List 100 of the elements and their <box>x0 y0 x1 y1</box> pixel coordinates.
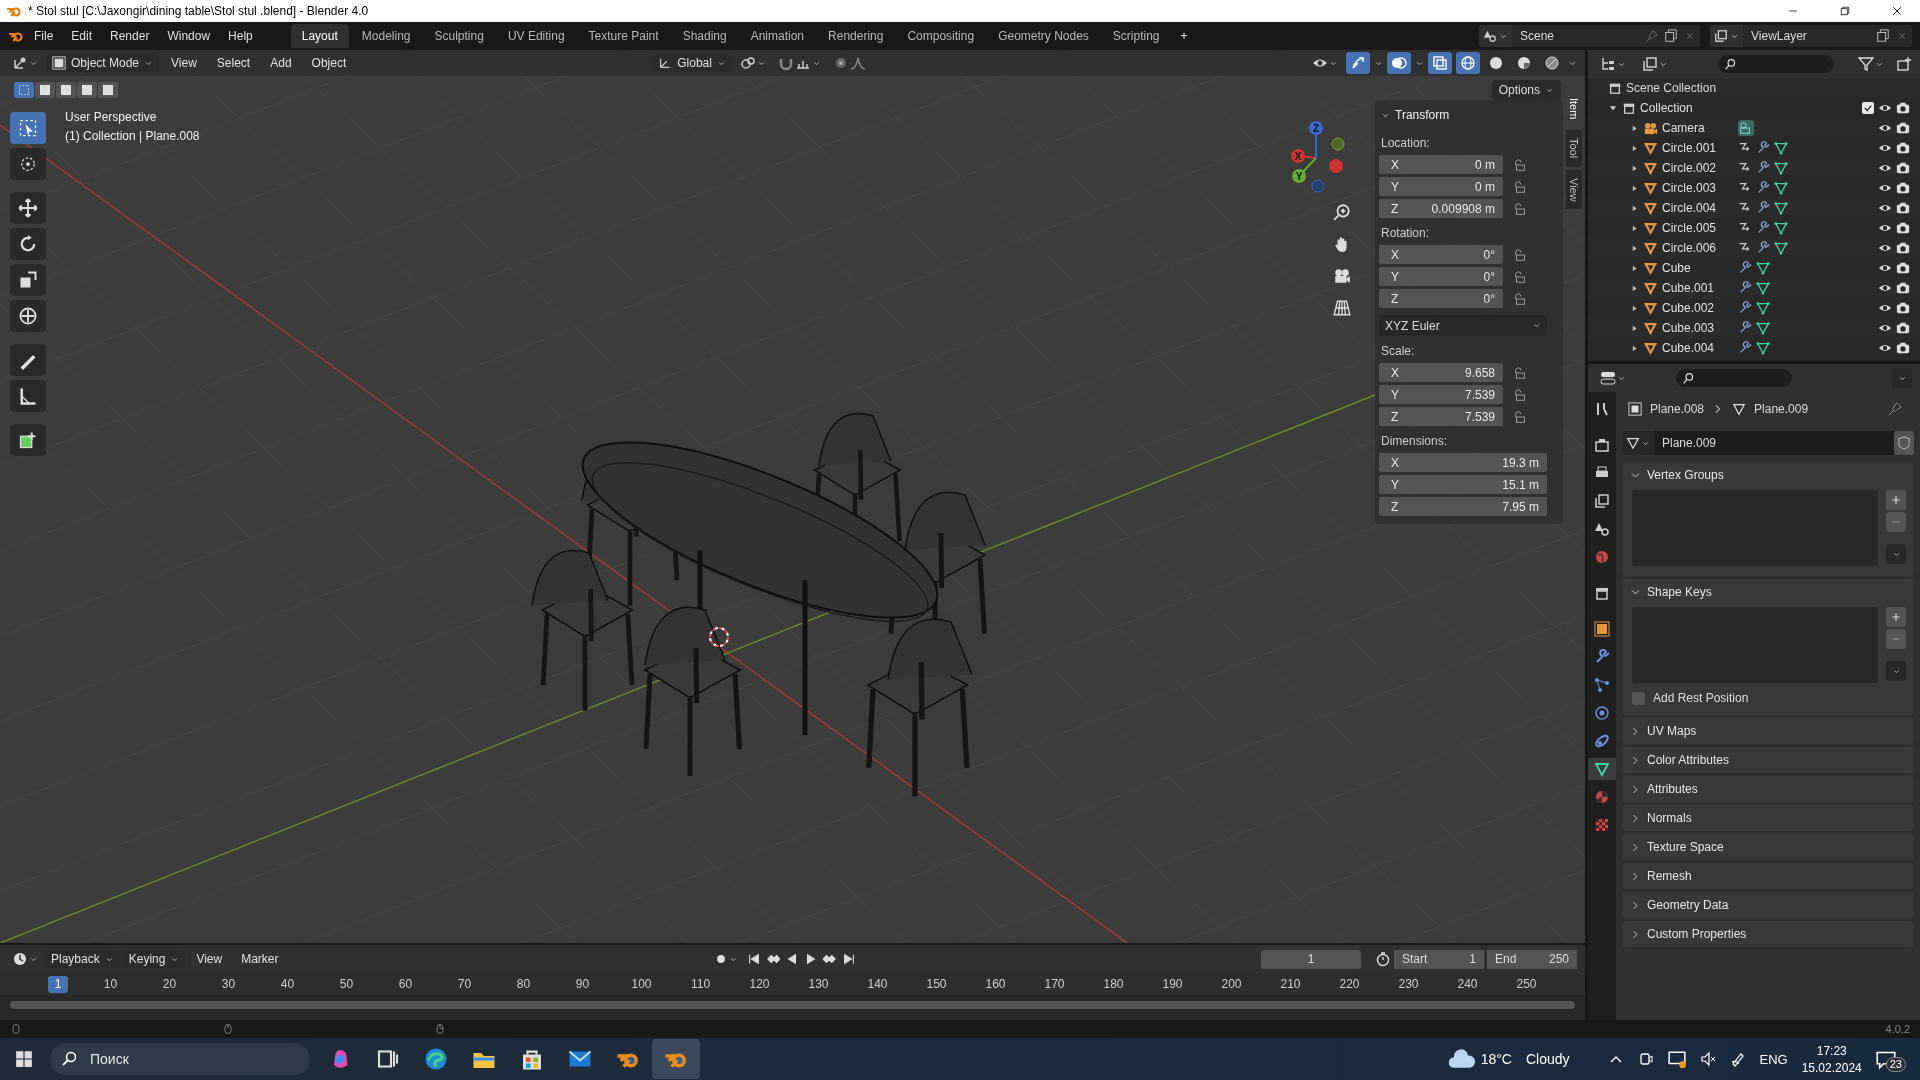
menu-item[interactable]: Select <box>208 53 259 73</box>
add-workspace-button[interactable]: + <box>1172 26 1196 46</box>
frame-number: 60 <box>397 977 414 991</box>
search-field[interactable]: Поиск <box>50 1043 310 1075</box>
group-label: Scale: <box>1380 343 1416 360</box>
scene-selector[interactable]: Scene <box>1479 25 1700 47</box>
frame-number: 200 <box>1220 977 1243 991</box>
temperature-label: 18°C <box>1480 1051 1512 1067</box>
outliner-row[interactable]: Circle.003 <box>1588 178 1920 198</box>
panel-header[interactable]: Texture Space <box>1622 834 1914 860</box>
breadcrumb-item[interactable]: Plane.008 <box>1650 402 1705 416</box>
number-field[interactable]: X 9.658 <box>1379 363 1503 382</box>
number-field[interactable]: Y 0° <box>1379 267 1503 286</box>
menu-item[interactable]: View <box>163 53 205 73</box>
frame-field[interactable]: 1 <box>1261 949 1361 969</box>
breadcrumb-item[interactable]: Plane.009 <box>1754 402 1809 416</box>
version-label: 4.0.2 <box>1885 1023 1910 1035</box>
panel-header[interactable]: Color Attributes <box>1622 747 1914 773</box>
panel-header[interactable]: Geometry Data <box>1622 892 1914 918</box>
number-field[interactable]: Y 7.539 <box>1379 385 1503 404</box>
number-field[interactable]: X 0° <box>1379 245 1503 264</box>
workspace-tab[interactable]: Animation <box>739 24 816 48</box>
panel-header[interactable]: Custom Properties <box>1622 921 1914 947</box>
language-indicator[interactable]: ENG <box>1759 1051 1788 1067</box>
workspace-tab[interactable]: Layout <box>290 24 349 48</box>
frame-number: 190 <box>1161 977 1184 991</box>
end-frame-field[interactable]: End 250 <box>1487 949 1577 969</box>
number-field[interactable]: Z 0.009908 m <box>1379 199 1503 218</box>
outliner-row[interactable]: Cube.004 <box>1588 338 1920 358</box>
frame-number: 30 <box>220 977 237 991</box>
workspace-tab[interactable]: Scripting <box>1101 24 1171 48</box>
number-field[interactable]: Z 7.539 <box>1379 407 1503 426</box>
sidebar-tab[interactable]: Tool <box>1566 130 1582 167</box>
mode-dropdown[interactable]: Object Mode <box>46 54 160 72</box>
workspace-tab[interactable]: Geometry Nodes <box>987 24 1100 48</box>
frame-number: 90 <box>574 977 591 991</box>
frame-number: 230 <box>1397 977 1420 991</box>
clock[interactable]: 17:23 15.02.2024 <box>1801 1043 1862 1075</box>
menu-dropdown[interactable]: Keying <box>122 950 186 968</box>
menu-item[interactable]: Object <box>303 53 355 73</box>
group-label: Location: <box>1380 135 1431 152</box>
panel-header[interactable]: Shape Keys <box>1622 579 1914 605</box>
view-name: User Perspective <box>65 110 158 124</box>
number-field[interactable]: X 0 m <box>1379 155 1503 174</box>
frame-number: 10 <box>102 977 119 991</box>
frame-number: 250 <box>1515 977 1538 991</box>
frame-number: 70 <box>456 977 473 991</box>
window-title: * Stol stul [C:\Jaxongir\dining table\Stol stul .blend] - Blender 4.0 <box>28 4 369 18</box>
sidebar-tab[interactable]: View <box>1566 169 1582 210</box>
navigation-gizmo[interactable]: X Y Z <box>1270 112 1362 204</box>
group-label: Rotation: <box>1380 225 1431 242</box>
orientation-dropdown[interactable]: Global <box>652 54 732 72</box>
workspace-tab[interactable]: Rendering <box>817 24 895 48</box>
outliner-row[interactable]: Cube <box>1588 258 1920 278</box>
number-field[interactable]: Z 0° <box>1379 289 1503 308</box>
frame-number: 80 <box>515 977 532 991</box>
view-layer-selector[interactable]: ViewLayer <box>1710 25 1912 47</box>
frame-number: 100 <box>630 977 653 991</box>
outliner-row[interactable]: Cube.002 <box>1588 298 1920 318</box>
workspace-tab[interactable]: UV Editing <box>496 24 576 48</box>
frame-number: 150 <box>925 977 948 991</box>
workspace-tab[interactable]: Modeling <box>350 24 422 48</box>
number-field[interactable]: Z 7.95 m <box>1379 497 1547 516</box>
menu-dropdown[interactable]: Playback <box>45 950 120 968</box>
menu-item[interactable]: View <box>188 949 231 969</box>
active-object-label: (1) Collection | Plane.008 <box>65 129 200 143</box>
panel-header[interactable]: Remesh <box>1622 863 1914 889</box>
frame-number: 50 <box>338 977 355 991</box>
outliner-row[interactable]: Circle.005 <box>1588 218 1920 238</box>
start-frame-field[interactable]: Start 1 <box>1394 949 1484 969</box>
menu-item[interactable]: File <box>26 26 62 46</box>
workspace-tab[interactable]: Sculpting <box>423 24 495 48</box>
number-field[interactable]: Y 15.1 m <box>1379 475 1547 494</box>
menu-item[interactable]: Window <box>159 26 219 46</box>
menu-item[interactable]: Help <box>220 26 261 46</box>
options-dropdown[interactable]: Options <box>1491 80 1561 100</box>
number-field[interactable]: X 19.3 m <box>1379 453 1547 472</box>
panel-header[interactable]: UV Maps <box>1622 718 1914 744</box>
workspace-tab[interactable]: Compositing <box>896 24 986 48</box>
menu-item[interactable]: Render <box>102 26 158 46</box>
checkbox-label: Add Rest Position <box>1653 691 1749 705</box>
menu-item[interactable]: Add <box>262 53 300 73</box>
rotation-mode-dropdown[interactable]: XYZ Euler <box>1379 315 1547 336</box>
menu-item[interactable]: Edit <box>63 26 101 46</box>
outliner-row[interactable]: Circle.001 <box>1588 138 1920 158</box>
frame-number: 220 <box>1338 977 1361 991</box>
frame-number: 40 <box>279 977 296 991</box>
panel-header[interactable]: Attributes <box>1622 776 1914 802</box>
workspace-tab[interactable]: Shading <box>671 24 738 48</box>
notifications-button[interactable]: 23 <box>1875 1048 1906 1070</box>
name-field[interactable]: Plane.009 <box>1654 431 1894 455</box>
current-frame-marker[interactable]: 1 <box>48 975 68 993</box>
group-label: Dimensions: <box>1380 433 1449 450</box>
menu-item[interactable]: Marker <box>233 949 287 969</box>
workspace-tab[interactable]: Texture Paint <box>577 24 670 48</box>
panel-title[interactable]: Transform <box>1395 108 1450 122</box>
frame-number: 170 <box>1043 977 1066 991</box>
panel-header[interactable]: Normals <box>1622 805 1914 831</box>
outliner-row[interactable]: Collection <box>1588 98 1920 118</box>
number-field[interactable]: Y 0 m <box>1379 177 1503 196</box>
